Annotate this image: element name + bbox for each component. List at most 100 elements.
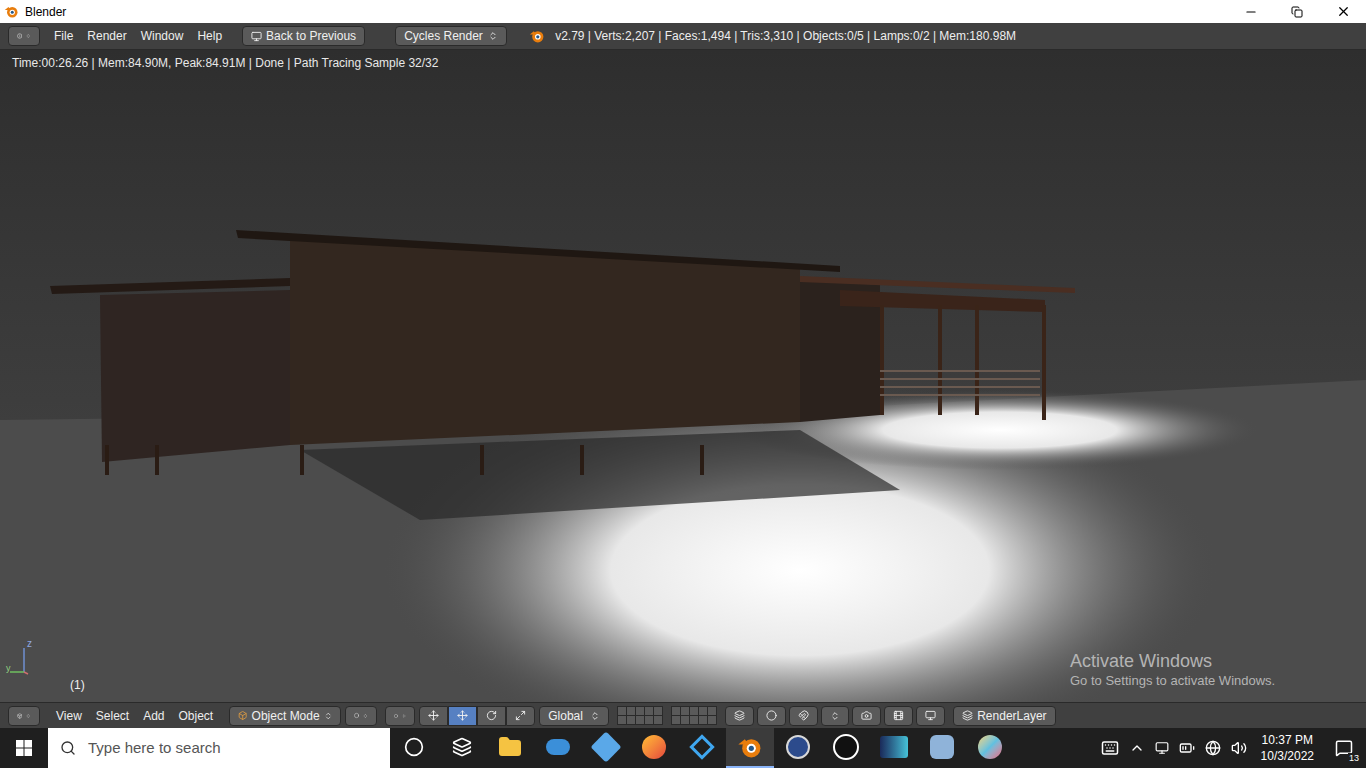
- taskbar-app[interactable]: [966, 728, 1014, 768]
- menu-item[interactable]: Render: [87, 27, 126, 45]
- app-diamond-icon[interactable]: [689, 734, 714, 759]
- render-view[interactable]: Time:00:26.26 | Mem:84.90M, Peak:84.91M …: [0, 50, 1366, 702]
- menu-item[interactable]: Object: [179, 707, 214, 725]
- media-player-icon[interactable]: [786, 735, 810, 759]
- taskbar-app[interactable]: [774, 728, 822, 768]
- taskbar-app[interactable]: [534, 728, 582, 768]
- layer-button[interactable]: [654, 716, 662, 724]
- layer-button[interactable]: [645, 716, 653, 724]
- layer-grid[interactable]: [617, 706, 663, 725]
- start-button[interactable]: [0, 728, 48, 768]
- layer-button[interactable]: [681, 716, 689, 724]
- layer-button[interactable]: [699, 707, 707, 715]
- pause-button[interactable]: [916, 706, 945, 726]
- firefox-icon[interactable]: [642, 735, 666, 759]
- mode-dropdown[interactable]: Object Mode: [229, 706, 341, 726]
- close-button[interactable]: [1320, 0, 1366, 23]
- unreal-icon[interactable]: [833, 734, 859, 760]
- lock-button[interactable]: [725, 706, 754, 726]
- minimize-button[interactable]: [1228, 0, 1274, 23]
- layer-button[interactable]: [708, 707, 716, 715]
- dolphin-icon[interactable]: [546, 739, 570, 755]
- layer-button[interactable]: [699, 716, 707, 724]
- taskbar-app[interactable]: [822, 728, 870, 768]
- notification-button[interactable]: 13: [1328, 728, 1360, 768]
- menu-item[interactable]: File: [54, 27, 73, 45]
- taskbar-app[interactable]: [390, 728, 438, 768]
- layer-button[interactable]: [708, 716, 716, 724]
- title-bar: Blender: [0, 0, 1366, 23]
- render-layer-button[interactable]: RenderLayer: [953, 706, 1055, 726]
- layer-button[interactable]: [681, 707, 689, 715]
- orientation-dropdown[interactable]: Global: [539, 706, 609, 726]
- taskbar-app[interactable]: [678, 728, 726, 768]
- animation-button[interactable]: [884, 706, 913, 726]
- layer-button[interactable]: [636, 716, 644, 724]
- ppsspp-icon[interactable]: [590, 731, 621, 762]
- updown-icon: [363, 711, 368, 721]
- taskbar-app[interactable]: [486, 728, 534, 768]
- game-launcher-icon[interactable]: [880, 736, 908, 758]
- back-to-previous-button[interactable]: Back to Previous: [242, 26, 365, 46]
- shading-dropdown[interactable]: [345, 706, 377, 726]
- snap-button[interactable]: [789, 706, 818, 726]
- editor-type-button[interactable]: [8, 26, 40, 46]
- cortana-icon[interactable]: [404, 737, 424, 757]
- window-title: Blender: [25, 3, 66, 21]
- layer-button[interactable]: [636, 707, 644, 715]
- taskbar-app[interactable]: [918, 728, 966, 768]
- menu-item[interactable]: Add: [143, 707, 164, 725]
- windows-logo-icon: [16, 740, 32, 756]
- taskbar-app[interactable]: [438, 728, 486, 768]
- snap-target-button[interactable]: [821, 706, 849, 726]
- render-button[interactable]: [852, 706, 881, 726]
- taskbar-app[interactable]: [630, 728, 678, 768]
- menu-item[interactable]: Window: [141, 27, 184, 45]
- render-engine-dropdown[interactable]: Cycles Render: [395, 26, 507, 46]
- manipulator-toggle[interactable]: [419, 706, 448, 726]
- blue-app-icon[interactable]: [930, 735, 954, 759]
- layer-button[interactable]: [654, 707, 662, 715]
- search-box[interactable]: Type here to search: [48, 728, 390, 768]
- file-explorer-icon[interactable]: [498, 735, 522, 759]
- layer-button[interactable]: [690, 716, 698, 724]
- layer-button[interactable]: [672, 707, 680, 715]
- taskbar-app[interactable]: [726, 728, 774, 768]
- layer-grid[interactable]: [671, 706, 717, 725]
- display-icon[interactable]: [1155, 741, 1169, 755]
- task-view-icon[interactable]: [452, 737, 472, 757]
- frame-number: (1): [70, 676, 85, 694]
- keyboard-icon[interactable]: [1101, 739, 1119, 757]
- layer-button[interactable]: [645, 707, 653, 715]
- scene-stats: v2.79 | Verts:2,207 | Faces:1,494 | Tris…: [555, 27, 1016, 45]
- rotate-toggle[interactable]: [477, 706, 506, 726]
- layer-button[interactable]: [690, 707, 698, 715]
- editor-type-button[interactable]: [8, 706, 40, 726]
- taskbar: Type here to search 10:37 PM10/3/2022 13: [0, 728, 1366, 768]
- taskbar-app[interactable]: [870, 728, 918, 768]
- layer-button[interactable]: [627, 707, 635, 715]
- info-icon: [17, 30, 22, 42]
- pivot-dropdown[interactable]: [385, 706, 415, 726]
- film-icon: [893, 710, 904, 721]
- proportional-button[interactable]: [757, 706, 786, 726]
- menu-item[interactable]: Help: [197, 27, 222, 45]
- show-hidden-icon[interactable]: [1129, 740, 1145, 756]
- layer-button[interactable]: [627, 716, 635, 724]
- volume-icon[interactable]: [1231, 740, 1247, 756]
- axis-label: z: [27, 636, 32, 651]
- clock[interactable]: 10:37 PM10/3/2022: [1257, 732, 1318, 764]
- network-icon[interactable]: [1205, 740, 1221, 756]
- translate-toggle[interactable]: [448, 706, 477, 726]
- layer-button[interactable]: [618, 707, 626, 715]
- layer-button[interactable]: [618, 716, 626, 724]
- layer-button[interactable]: [672, 716, 680, 724]
- restore-button[interactable]: [1274, 0, 1320, 23]
- scale-toggle[interactable]: [506, 706, 535, 726]
- updown-icon: [26, 31, 31, 41]
- menu-item[interactable]: View: [56, 707, 82, 725]
- battery-icon[interactable]: [1179, 740, 1195, 756]
- taskbar-app[interactable]: [582, 728, 630, 768]
- menu-item[interactable]: Select: [96, 707, 129, 725]
- paint-icon[interactable]: [978, 735, 1002, 759]
